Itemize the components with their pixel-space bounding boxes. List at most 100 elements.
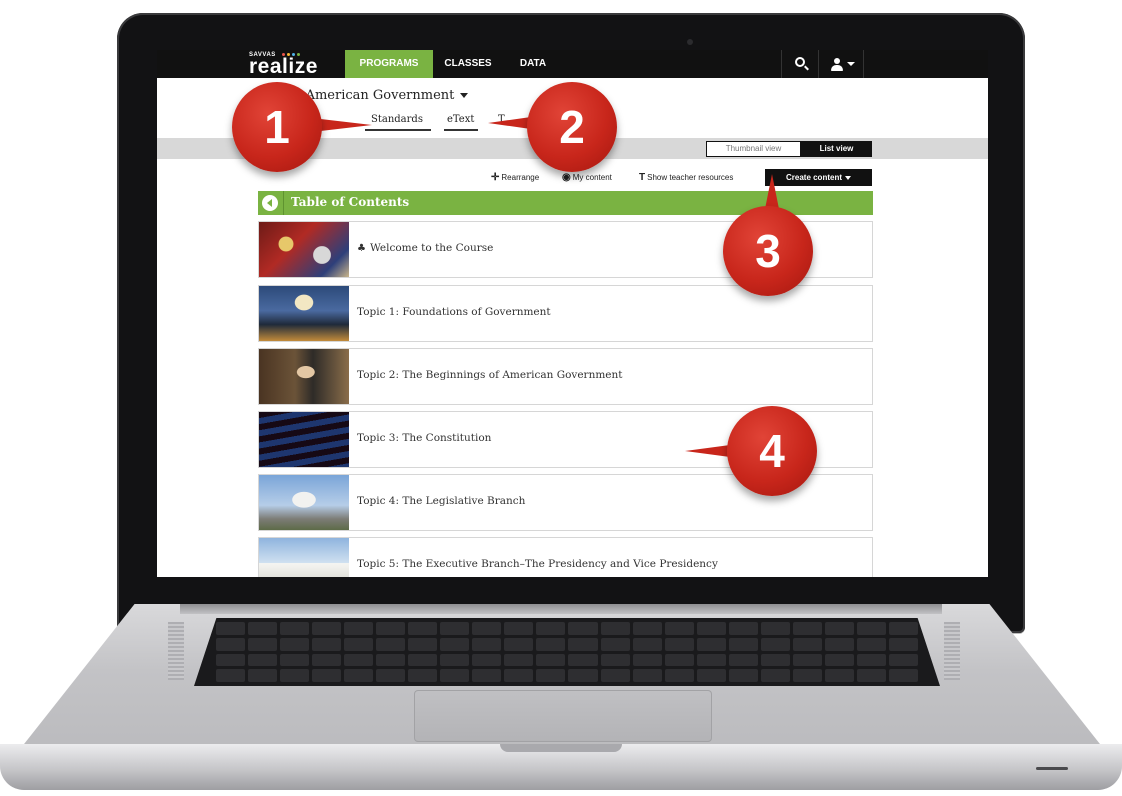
- callout-1: 1: [232, 82, 322, 172]
- rearrange-button[interactable]: ✛ Rearrange: [491, 172, 539, 183]
- logo-word: realize: [249, 55, 318, 78]
- toc-title: Table of Contents: [291, 195, 410, 209]
- keyboard-key: [408, 637, 438, 651]
- keyboard-key: [472, 669, 502, 682]
- trackpad: [414, 690, 712, 742]
- keyboard-key: [344, 637, 374, 651]
- teacher-resources-label: Show teacher resources: [647, 173, 734, 182]
- keyboard-key: [632, 653, 662, 667]
- search-button[interactable]: [781, 50, 819, 78]
- thumbnail-image: [259, 286, 349, 341]
- keyboard-key: [856, 622, 886, 635]
- keyboard-key: [792, 653, 822, 667]
- keyboard-key: [888, 637, 918, 651]
- keyboard-key: [312, 622, 342, 635]
- keyboard-key: [824, 622, 854, 635]
- subtab-etext[interactable]: eText: [447, 114, 474, 125]
- keyboard-key: [312, 653, 342, 667]
- keyboard-key: [344, 622, 374, 635]
- list-view-button[interactable]: List view: [801, 141, 872, 157]
- top-navigation: SAVVAS realize PROGRAMS CLASSES DATA: [157, 50, 988, 78]
- toc-item-label: ♣ Welcome to the Course: [357, 242, 494, 254]
- move-icon: ✛: [491, 172, 500, 183]
- keyboard-key: [376, 622, 406, 635]
- thumbnail-view-button[interactable]: Thumbnail view: [706, 141, 801, 157]
- keyboard-key: [248, 669, 278, 682]
- keyboard-key: [248, 637, 278, 651]
- keyboard-key: [280, 669, 310, 682]
- keyboard-key: [792, 669, 822, 682]
- keyboard-key: [248, 653, 278, 667]
- toc-item-label: Topic 2: The Beginnings of American Gove…: [357, 369, 623, 381]
- nav-tab-programs[interactable]: PROGRAMS: [345, 50, 433, 78]
- keyboard-key: [760, 653, 790, 667]
- keyboard-key: [856, 637, 886, 651]
- my-content-button[interactable]: ◉ My content: [562, 172, 612, 183]
- keyboard-key: [632, 637, 662, 651]
- keyboard-key: [440, 622, 470, 635]
- keyboard-key: [888, 622, 918, 635]
- keyboard-key: [728, 653, 758, 667]
- subtab-standards[interactable]: Standards: [371, 114, 423, 125]
- keyboard-key: [792, 622, 822, 635]
- keyboard-key: [728, 637, 758, 651]
- keyboard-key: [696, 622, 726, 635]
- keyboard-key: [408, 669, 438, 682]
- keyboard-key: [856, 653, 886, 667]
- keyboard-key: [696, 637, 726, 651]
- keyboard-key: [664, 653, 694, 667]
- callout-4: 4: [727, 406, 817, 496]
- keyboard-key: [664, 622, 694, 635]
- toc-item-label: Topic 4: The Legislative Branch: [357, 495, 526, 507]
- keyboard-key: [568, 669, 598, 682]
- keyboard-key: [216, 669, 246, 682]
- keyboard-key: [376, 637, 406, 651]
- subtab-underline: [365, 129, 431, 131]
- callout-2: 2: [527, 82, 617, 172]
- keyboard-key: [504, 669, 534, 682]
- chevron-down-icon: [460, 93, 469, 98]
- keyboard-key: [536, 653, 566, 667]
- keyboard-key: [760, 637, 790, 651]
- user-menu-button[interactable]: [820, 50, 864, 78]
- subtab-underline: [444, 129, 478, 131]
- keyboard-key: [824, 653, 854, 667]
- create-content-button[interactable]: Create content: [765, 169, 872, 186]
- chevron-down-icon: [845, 175, 851, 180]
- keyboard-key: [600, 653, 630, 667]
- keyboard-key: [504, 622, 534, 635]
- back-arrow-icon[interactable]: [262, 195, 278, 211]
- toc-item-label: Topic 3: The Constitution: [357, 432, 492, 444]
- lid-notch: [500, 744, 622, 752]
- keyboard-key: [472, 653, 502, 667]
- keyboard-key: [312, 637, 342, 651]
- keyboard-key: [856, 669, 886, 682]
- keyboard-key: [344, 653, 374, 667]
- keyboard-key: [728, 669, 758, 682]
- keyboard-key: [824, 669, 854, 682]
- keyboard-key: [568, 653, 598, 667]
- nav-tab-data[interactable]: DATA: [509, 50, 557, 78]
- thumbnail-image: [259, 222, 349, 277]
- keyboard-key: [216, 637, 246, 651]
- keyboard-key: [664, 637, 694, 651]
- user-icon: [834, 58, 840, 64]
- keyboard-key: [440, 637, 470, 651]
- laptop-hinge: [180, 604, 942, 614]
- keyboard-key: [440, 653, 470, 667]
- toc-item-topic-5[interactable]: Topic 5: The Executive Branch–The Presid…: [258, 537, 873, 577]
- keyboard-key: [664, 669, 694, 682]
- keyboard-key: [280, 622, 310, 635]
- thumbnail-image: [259, 412, 349, 467]
- keyboard-key: [888, 653, 918, 667]
- keyboard-key: [600, 637, 630, 651]
- keyboard-key: [376, 669, 406, 682]
- sleep-indicator: [1036, 767, 1068, 770]
- nav-tab-classes[interactable]: CLASSES: [437, 50, 499, 78]
- tree-icon: ♣: [357, 243, 366, 254]
- keyboard-key: [632, 622, 662, 635]
- toc-item-topic-2[interactable]: Topic 2: The Beginnings of American Gove…: [258, 348, 873, 405]
- thumbnail-image: [259, 538, 349, 577]
- keyboard-key: [600, 669, 630, 682]
- teacher-resources-toggle[interactable]: T Show teacher resources: [639, 172, 733, 183]
